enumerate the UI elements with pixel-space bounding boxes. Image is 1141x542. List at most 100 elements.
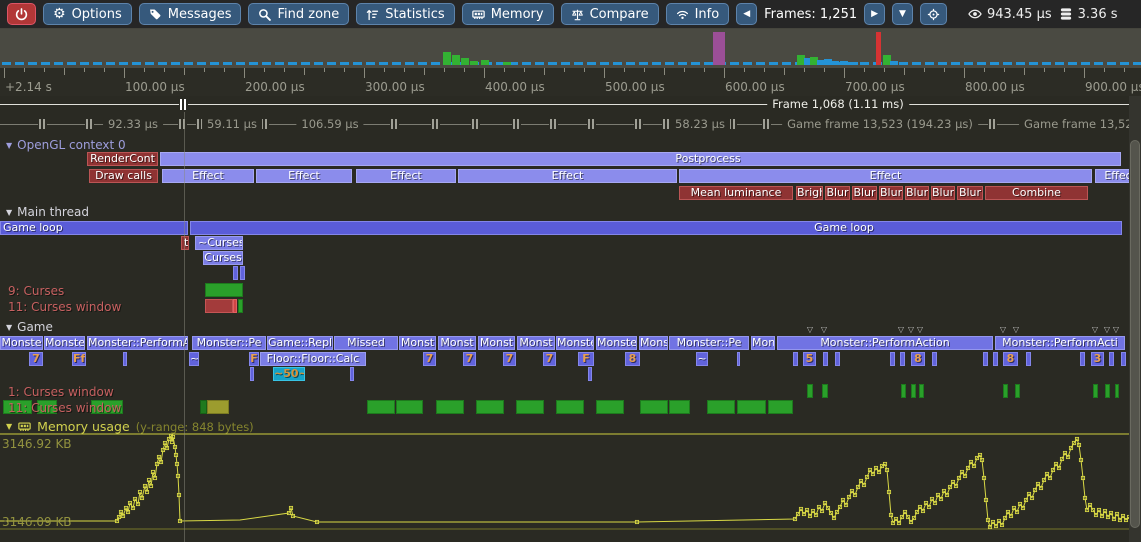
section-header[interactable]: ▼Game [6,320,53,334]
zone-bar[interactable] [1093,384,1098,398]
zone-bar[interactable] [900,352,905,366]
zone-bar[interactable] [737,400,766,414]
lock-row-label[interactable]: 1: Curses window [8,385,114,399]
zone-bar[interactable] [190,221,1122,235]
zone-bar[interactable]: Mons [751,336,775,350]
zone-bar[interactable] [350,367,354,381]
info-button[interactable]: Info [666,3,730,25]
messages-button[interactable]: Messages [139,3,242,25]
zone-bar[interactable] [823,352,828,366]
zone-bar[interactable] [807,384,813,398]
zone-bar[interactable]: Combine [985,186,1088,200]
zone-bar[interactable] [476,400,504,414]
zone-bar[interactable] [1121,352,1126,366]
zone-bar[interactable]: Floor::Floor::Calc [260,352,366,366]
zone-bar[interactable] [160,152,1121,166]
zone-bar[interactable] [238,299,243,313]
zone-bar[interactable]: 7 [543,352,556,366]
zone-bar[interactable]: Draw calls [89,169,158,183]
zone-bar[interactable]: 8 [911,352,925,366]
section-header[interactable]: ▼OpenGL context 0 [6,138,126,152]
zone-bar[interactable]: 7 [29,352,43,366]
zone-bar[interactable] [835,352,840,366]
zone-bar[interactable]: Monste [556,336,594,350]
zone-bar[interactable]: 7 [463,352,476,366]
zone-bar[interactable]: 3 [1091,352,1104,366]
histogram-bar[interactable] [840,61,848,65]
histogram-bar[interactable] [850,62,858,65]
zone-bar[interactable]: Blur [852,186,877,200]
options-button[interactable]: ⚙ Options [43,3,132,25]
lock-row-label[interactable]: 9: Curses [8,284,64,298]
message-marker-icon[interactable]: ▽ [898,325,904,334]
zone-bar[interactable]: Monst [517,336,555,350]
zone-bar[interactable] [396,400,423,414]
subframe-label[interactable]: 59.11 µs [202,117,262,131]
scrollbar-thumb[interactable] [1130,140,1140,528]
memory-section-header[interactable]: ▼ Memory usage (y-range: 848 bytes) [6,419,254,434]
zone-bar[interactable] [1080,352,1085,366]
zone-bar[interactable]: 5 [803,352,816,366]
zone-bar[interactable]: 7 [423,352,436,366]
zone-bar[interactable]: 8 [1003,352,1018,366]
zone-bar[interactable] [205,283,243,297]
zone-bar[interactable] [890,352,895,366]
zone-bar[interactable]: ~ [696,352,708,366]
histogram-bar[interactable] [890,61,898,65]
zone-bar[interactable] [123,352,127,366]
subframe-label[interactable]: Game frame 13,525 [1019,117,1141,131]
histogram-bar[interactable] [481,60,489,65]
zone-bar[interactable]: ~ [189,352,199,366]
message-marker-icon[interactable]: ▽ [917,325,923,334]
zone-bar[interactable] [983,352,988,366]
zone-bar[interactable]: Mons [639,336,668,350]
subframe-label[interactable]: Game frame 13,523 (194.23 µs) [782,117,978,131]
zone-bar[interactable] [919,384,924,398]
zone-bar[interactable]: Monster::PerformActi [995,336,1125,350]
zone-bar[interactable] [436,400,464,414]
histogram-bar[interactable] [443,52,451,65]
zone-bar[interactable] [911,384,916,398]
power-button[interactable] [7,3,36,25]
zone-bar[interactable] [233,266,238,280]
zone-bar[interactable] [993,352,998,366]
zone-bar[interactable] [1105,384,1110,398]
subframe-label[interactable]: 58.23 µs [670,117,730,131]
zone-bar[interactable]: Blur [905,186,929,200]
zone-bar[interactable] [932,352,937,366]
zone-bar[interactable] [556,400,584,414]
zone-bar[interactable]: Monster::PerformAction [777,336,993,350]
histogram-bar[interactable] [713,32,725,65]
zone-bar[interactable]: Mean luminance [679,186,793,200]
goto-frame-button[interactable] [920,3,947,25]
zone-bar[interactable] [1015,384,1020,398]
zone-bar[interactable]: Monster::PerformA [87,336,188,350]
subframe-marker-row[interactable]: 92.33 µs59.11 µs106.59 µs58.23 µsGame fr… [0,113,1141,133]
zone-bar[interactable]: Monste [0,336,43,350]
zone-bar[interactable]: Ff [72,352,86,366]
zone-bar[interactable]: Brigh [796,186,823,200]
message-marker-icon[interactable]: ▽ [807,325,813,334]
zone-bar[interactable] [205,299,233,313]
message-marker-icon[interactable]: ▽ [1113,325,1119,334]
section-header[interactable]: ▼Main thread [6,205,89,219]
zone-bar[interactable] [233,299,237,313]
zone-bar[interactable]: Monste [596,336,637,350]
find-zone-button[interactable]: Find zone [248,3,349,25]
zone-bar[interactable]: Effect [458,169,677,183]
zone-bar[interactable] [793,352,798,366]
zone-bar[interactable]: Monst [438,336,476,350]
zone-bar[interactable] [669,400,690,414]
zone-bar[interactable]: Game loop [0,221,188,235]
zone-bar[interactable]: RenderCont [87,152,158,166]
zone-bar[interactable] [367,400,395,414]
message-marker-icon[interactable]: ▽ [1000,325,1006,334]
zone-bar[interactable]: Monste [44,336,85,350]
frame-histogram[interactable] [0,29,1141,68]
zone-bar[interactable]: F [249,352,259,366]
frame-label[interactable]: Frame 1,068 (1.11 ms) [767,97,909,111]
zone-bar[interactable]: Monst [478,336,515,350]
zone-bar[interactable]: Game::Replay [267,336,333,350]
frame-next-button[interactable]: ▶ [864,3,885,25]
frame-marker-row[interactable]: Frame 1,068 (1.11 ms) [0,96,1141,113]
